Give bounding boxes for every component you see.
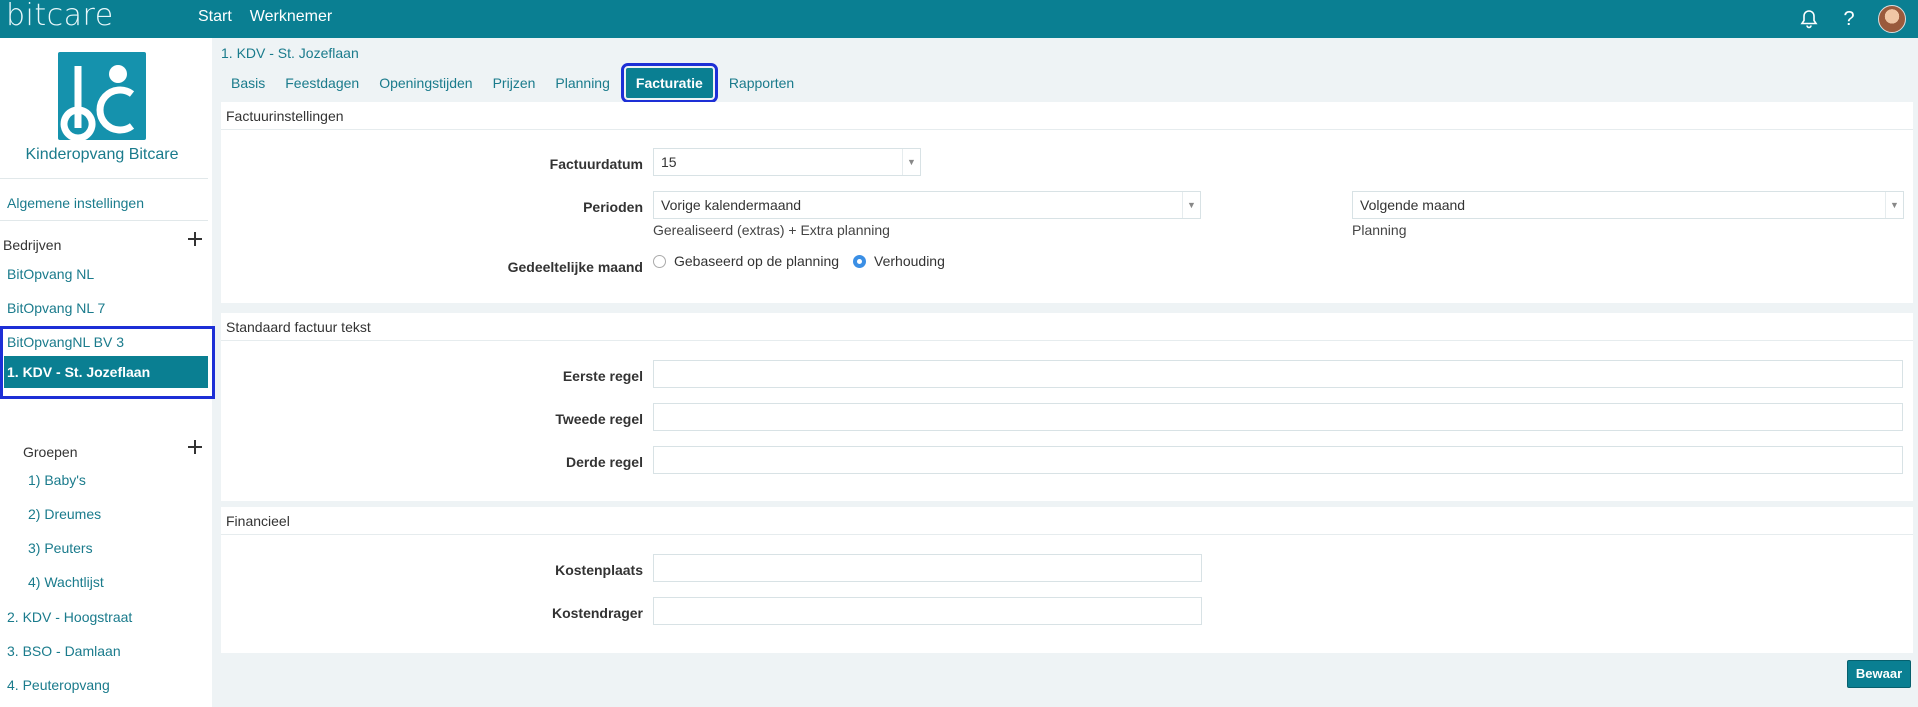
tab-rapporten[interactable]: Rapporten (719, 68, 804, 98)
brand-name: Kinderopvang Bitcare (25, 146, 179, 163)
cost-unit-label: Kostendrager (551, 605, 643, 621)
chevron-down-icon: ▼ (902, 149, 920, 175)
standard-text-panel: Standaard factuur tekst Eerste regel Twe… (221, 313, 1913, 501)
invoice-date-label: Factuurdatum (549, 156, 643, 172)
divider (0, 178, 208, 179)
tab-bar: Basis Feestdagen Openingstijden Prijzen … (221, 63, 804, 103)
radio-ratio-label[interactable]: Verhouding (874, 253, 945, 269)
invoice-date-select[interactable]: 15 ▼ (653, 148, 921, 176)
radio-planning-label[interactable]: Gebaseerd op de planning (674, 253, 839, 269)
periods-label: Perioden (583, 199, 643, 215)
help-icon[interactable]: ? (1838, 8, 1860, 30)
financial-panel: Financieel Kostenplaats Kostendrager (221, 507, 1913, 653)
app-logo[interactable]: bitcare (6, 0, 114, 34)
period-left-subtext: Gerealiseerd (extras) + Extra planning (653, 222, 890, 238)
sidebar-item-location[interactable]: 3. BSO - Damlaan (7, 643, 121, 659)
add-company-icon[interactable] (187, 231, 203, 247)
chevron-down-icon: ▼ (1885, 192, 1903, 218)
tab-basis[interactable]: Basis (221, 68, 275, 98)
cost-center-label: Kostenplaats (555, 562, 643, 578)
panel-title: Financieel (226, 513, 290, 529)
radio-ratio[interactable] (853, 254, 867, 268)
sidebar-item-location[interactable]: 4. Peuteropvang (7, 677, 110, 693)
tab-facturatie[interactable]: Facturatie (620, 63, 718, 103)
top-icons: ? (1798, 0, 1906, 38)
locations-highlight (0, 326, 215, 399)
nav-start[interactable]: Start (198, 0, 232, 38)
add-group-icon[interactable] (187, 439, 203, 455)
chevron-down-icon: ▼ (1182, 192, 1200, 218)
third-line-input[interactable] (653, 446, 1903, 474)
tab-prijzen[interactable]: Prijzen (483, 68, 546, 98)
tab-planning[interactable]: Planning (545, 68, 620, 98)
save-button[interactable]: Bewaar (1847, 660, 1911, 688)
avatar[interactable] (1878, 5, 1906, 33)
partial-month-label: Gedeeltelijke maand (507, 259, 643, 275)
tab-openingstijden[interactable]: Openingstijden (369, 68, 482, 98)
panel-header (221, 507, 1913, 535)
first-line-input[interactable] (653, 360, 1903, 388)
groups-label: Groepen (23, 444, 78, 460)
panel-header (221, 102, 1913, 130)
second-line-label: Tweede regel (555, 411, 643, 427)
sidebar-item-company[interactable]: BitOpvang NL 7 (7, 300, 105, 316)
sidebar-item-group[interactable]: 1) Baby's (28, 472, 86, 488)
cost-unit-input[interactable] (653, 597, 1202, 625)
nav-werknemer[interactable]: Werknemer (250, 0, 332, 38)
period-right-select[interactable]: Volgende maand ▼ (1352, 191, 1904, 219)
brand-logo-icon (58, 52, 146, 142)
radio-planning[interactable] (653, 254, 666, 268)
second-line-input[interactable] (653, 403, 1903, 431)
first-line-label: Eerste regel (562, 368, 643, 384)
panel-title: Standaard factuur tekst (226, 319, 371, 335)
top-nav: Start Werknemer (198, 0, 332, 38)
sidebar-item-group[interactable]: 2) Dreumes (28, 506, 101, 522)
period-left-select[interactable]: Vorige kalendermaand ▼ (653, 191, 1201, 219)
sidebar-item-group[interactable]: 4) Wachtlijst (28, 574, 104, 590)
panel-title: Factuurinstellingen (226, 108, 344, 124)
sidebar-item-location[interactable]: 2. KDV - Hoogstraat (7, 609, 132, 625)
period-left-value: Vorige kalendermaand (661, 197, 802, 213)
third-line-label: Derde regel (565, 454, 643, 470)
invoice-date-value: 15 (661, 154, 677, 170)
divider (0, 220, 208, 221)
sidebar-item-group[interactable]: 3) Peuters (28, 540, 93, 556)
sidebar-item-general-settings[interactable]: Algemene instellingen (7, 195, 144, 211)
breadcrumb[interactable]: 1. KDV - St. Jozeflaan (221, 45, 359, 61)
period-right-value: Volgende maand (1360, 197, 1466, 213)
cost-center-input[interactable] (653, 554, 1202, 582)
top-bar: bitcare Start Werknemer ? (0, 0, 1918, 38)
sidebar-item-company[interactable]: BitOpvang NL (7, 266, 94, 282)
invoice-settings-panel: Factuurinstellingen Factuurdatum 15 ▼ Pe… (221, 102, 1913, 303)
period-right-subtext: Planning (1352, 222, 1407, 238)
companies-label: Bedrijven (3, 237, 62, 253)
panel-header (221, 313, 1913, 341)
partial-month-radio-group: Gebaseerd op de planning Verhouding (653, 253, 945, 269)
tab-feestdagen[interactable]: Feestdagen (275, 68, 369, 98)
bell-icon[interactable] (1798, 8, 1820, 30)
